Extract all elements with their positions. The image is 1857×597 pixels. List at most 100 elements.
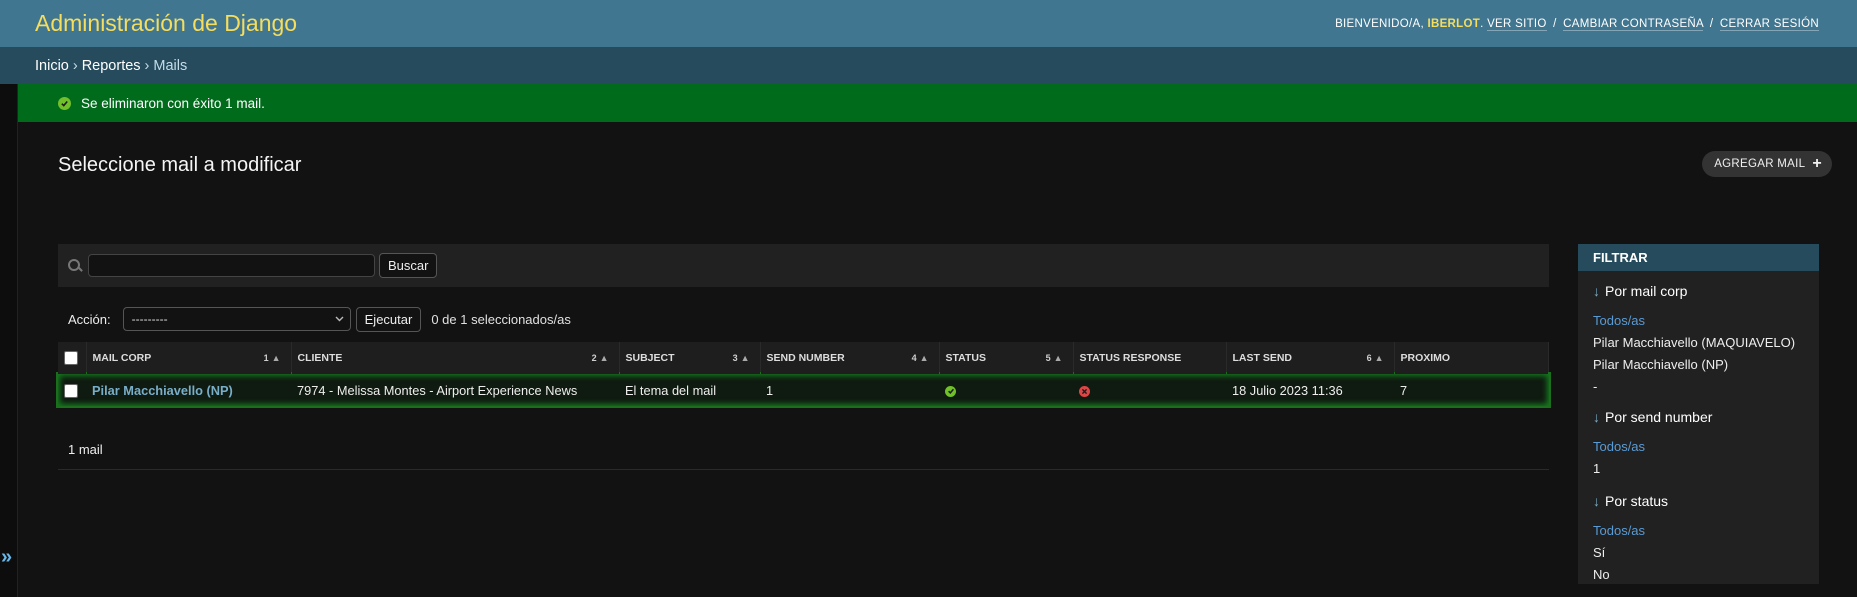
cell-subject: El tema del mail (625, 382, 717, 398)
page-title: Seleccione mail a modificar (58, 154, 302, 176)
column-header-status-response[interactable]: Status response (1073, 342, 1227, 374)
filter-heading[interactable]: ↓ Por send number (1593, 407, 1804, 427)
filter-heading[interactable]: ↓ Por status (1593, 491, 1804, 511)
breadcrumb-home[interactable]: Inicio (35, 58, 69, 74)
arrow-down-icon: ↓ (1593, 283, 1600, 299)
result-count: 1 mail (68, 442, 103, 457)
search-toolbar: Buscar (58, 244, 1549, 287)
sort-priority: 2 (591, 353, 597, 363)
select-all-checkbox[interactable] (64, 351, 78, 365)
sort-info: 4 ▲ (912, 353, 929, 363)
filter-heading-label: Por mail corp (1605, 283, 1688, 299)
paginator: 1 mail (58, 430, 1549, 470)
row-checkbox[interactable] (64, 383, 78, 398)
table-row: Pilar Macchiavello (NP) 7974 - Melissa M… (56, 372, 1551, 408)
execute-button[interactable]: Ejecutar (355, 306, 422, 332)
filter-option-link[interactable]: Pilar Macchiavello (NP) (1593, 357, 1728, 372)
column-header-send-number[interactable]: Send number 4 ▲ (760, 342, 940, 374)
username: IBERLOT (1427, 17, 1481, 30)
table-header-row: Mail corp 1 ▲ Cliente 2 ▲ Subject 3 ▲ Sen (58, 342, 1549, 374)
main: » Se eliminaron con éxito 1 mail. Selecc… (0, 84, 1857, 597)
column-label: Last send (1232, 352, 1293, 364)
cell-status (939, 374, 1073, 406)
filter-option[interactable]: - (1590, 375, 1804, 397)
filter-option[interactable]: No (1590, 563, 1804, 585)
filter-option[interactable]: Todos/as (1590, 309, 1804, 331)
arrow-down-icon: ↓ (1593, 409, 1600, 425)
action-select[interactable]: --------- (122, 307, 351, 331)
column-header-status[interactable]: Status 5 ▲ (939, 342, 1074, 374)
sort-priority: 5 (1045, 353, 1051, 363)
cell-last-send: 18 Julio 2023 11:36 (1232, 382, 1343, 398)
sort-ascending-icon[interactable]: ▲ (920, 353, 929, 363)
actions-bar: Acción: --------- Ejecutar 0 de 1 selecc… (58, 304, 1549, 334)
filter-panel: Filtrar ↓ Por mail corp Todos/as Pilar M… (1578, 244, 1819, 584)
filter-options: Todos/as 1 (1593, 435, 1804, 479)
sort-priority: 1 (263, 353, 269, 363)
sort-ascending-icon[interactable]: ▲ (600, 353, 609, 363)
separator: / (1709, 17, 1714, 30)
breadcrumb-app[interactable]: Reportes (82, 58, 141, 74)
search-icon (68, 258, 83, 273)
header: Administración de Django Bienvenido/a, I… (0, 0, 1857, 47)
logout-link[interactable]: Cerrar sesión (1719, 17, 1819, 31)
toggle-nav-sidebar-icon[interactable]: » (1, 546, 12, 569)
filter-option-link[interactable]: Sí (1593, 545, 1605, 560)
filter-heading-label: Por status (1605, 493, 1669, 509)
arrow-down-icon: ↓ (1593, 493, 1600, 509)
change-password-link[interactable]: Cambiar contraseña (1563, 17, 1704, 31)
filter-option-link[interactable]: Todos/as (1593, 313, 1645, 328)
filter-section-status: ↓ Por status Todos/as Sí No (1578, 491, 1819, 585)
filter-option-link[interactable]: 1 (1593, 461, 1600, 476)
view-site-link[interactable]: Ver sitio (1487, 17, 1547, 31)
filter-option-link[interactable]: Pilar Macchiavello (MAQUIAVELO) (1593, 335, 1795, 350)
action-counter: 0 de 1 seleccionados/as (431, 311, 571, 327)
sort-info: 1 ▲ (264, 353, 281, 363)
sort-info: 2 ▲ (592, 353, 609, 363)
add-mail-button[interactable]: Agregar mail + (1702, 151, 1832, 177)
filter-option-link[interactable]: No (1593, 567, 1610, 582)
search-input[interactable] (88, 254, 375, 277)
sort-ascending-icon[interactable]: ▲ (272, 353, 281, 363)
plus-icon: + (1812, 155, 1822, 172)
filter-option[interactable]: 1 (1590, 457, 1804, 479)
add-mail-label: Agregar mail (1714, 158, 1806, 170)
sort-info: 3 ▲ (733, 353, 750, 363)
search-button[interactable]: Buscar (379, 253, 438, 278)
column-label: Status (945, 352, 986, 364)
column-header-last-send[interactable]: Last send 6 ▲ (1226, 342, 1395, 374)
filter-option[interactable]: Pilar Macchiavello (MAQUIAVELO) (1590, 331, 1804, 353)
filter-option[interactable]: Pilar Macchiavello (NP) (1590, 353, 1804, 375)
filter-heading[interactable]: ↓ Por mail corp (1593, 281, 1804, 301)
filter-option-link[interactable]: Todos/as (1593, 439, 1645, 454)
message-text: Se eliminaron con éxito 1 mail. (81, 95, 265, 111)
action-label: Acción: (68, 311, 111, 327)
filter-option[interactable]: Todos/as (1590, 519, 1804, 541)
filter-option[interactable]: Todos/as (1590, 435, 1804, 457)
site-name[interactable]: Administración de Django (35, 10, 297, 37)
row-link[interactable]: Pilar Macchiavello (NP) (92, 383, 233, 398)
sort-ascending-icon[interactable]: ▲ (1054, 353, 1063, 363)
sort-priority: 6 (1366, 353, 1372, 363)
filter-section-mail-corp: ↓ Por mail corp Todos/as Pilar Macchiave… (1578, 281, 1819, 397)
column-header-cliente[interactable]: Cliente 2 ▲ (291, 342, 620, 374)
column-header-mail-corp[interactable]: Mail corp 1 ▲ (86, 342, 292, 374)
breadcrumb: Inicio › Reportes › Mails (0, 47, 1857, 84)
filter-option-link[interactable]: - (1593, 379, 1597, 394)
filter-option[interactable]: Sí (1590, 541, 1804, 563)
chevron-down-icon (335, 314, 344, 325)
cell-status-response (1073, 374, 1226, 406)
nav-sidebar-rail: » (0, 84, 18, 597)
success-message: Se eliminaron con éxito 1 mail. (18, 84, 1857, 122)
sort-priority: 4 (911, 353, 917, 363)
column-label: Proximo (1400, 352, 1451, 364)
column-header-subject[interactable]: Subject 3 ▲ (619, 342, 761, 374)
sort-ascending-icon[interactable]: ▲ (741, 353, 750, 363)
breadcrumb-separator: › (72, 57, 78, 74)
column-header-proximo[interactable]: Proximo (1394, 342, 1549, 374)
action-selected-option: --------- (131, 312, 168, 326)
row-select-cell (58, 374, 86, 406)
filter-option-link[interactable]: Todos/as (1593, 523, 1645, 538)
column-label: Subject (625, 352, 675, 364)
sort-ascending-icon[interactable]: ▲ (1375, 353, 1384, 363)
